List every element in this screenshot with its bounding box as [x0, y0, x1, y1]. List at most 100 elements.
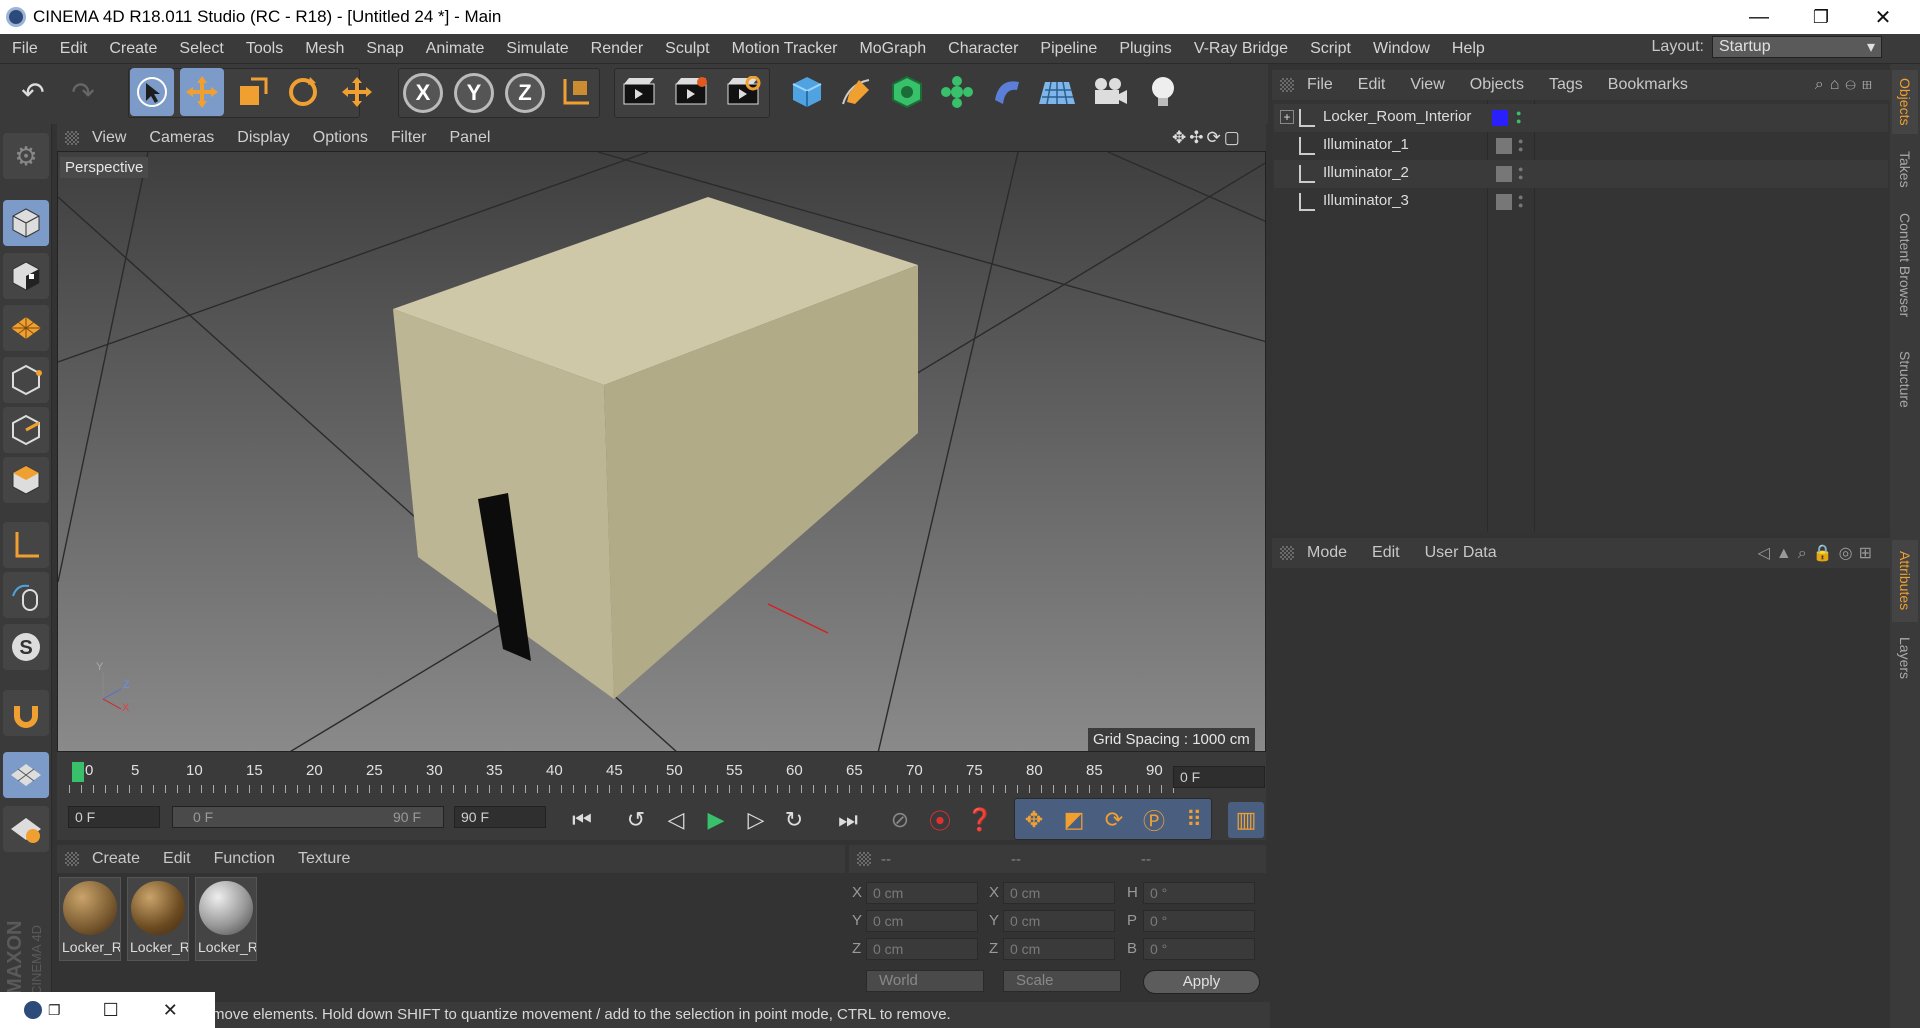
objects-menu-file[interactable]: File — [1294, 76, 1345, 94]
material-menu-function[interactable]: Function — [201, 850, 285, 868]
menu-help[interactable]: Help — [1440, 40, 1495, 58]
viewport-menu-view[interactable]: View — [79, 129, 136, 147]
menu-create[interactable]: Create — [97, 40, 167, 58]
material-menu-texture[interactable]: Texture — [285, 850, 360, 868]
viewport-nav-icons[interactable]: ✥✣⟳▢ — [1172, 128, 1243, 148]
record-keys-icon[interactable]: ⊘ — [882, 802, 918, 838]
menu-script[interactable]: Script — [1298, 40, 1361, 58]
render-view-icon[interactable] — [616, 68, 662, 116]
position-z-field[interactable]: 0 cm — [866, 938, 978, 960]
panel-grip-icon[interactable] — [1280, 78, 1294, 92]
auto-keying-icon[interactable]: ⦿ — [922, 802, 958, 838]
coordinate-system-icon[interactable] — [553, 68, 599, 116]
display-color-tag-icon[interactable] — [1492, 110, 1508, 126]
viewport-menu-filter[interactable]: Filter — [378, 129, 437, 147]
previous-key-icon[interactable]: ↺ — [618, 802, 654, 838]
timeline-ruler[interactable] — [57, 752, 1266, 802]
attributes-menu-mode[interactable]: Mode — [1294, 544, 1359, 562]
cinema4d-task-icon[interactable] — [24, 1001, 42, 1019]
tab-objects[interactable]: Objects — [1892, 70, 1918, 134]
next-key-icon[interactable]: ↻ — [776, 802, 812, 838]
move-icon[interactable] — [180, 68, 224, 116]
tab-structure[interactable]: Structure — [1892, 340, 1918, 418]
subdivision-surface-icon[interactable] — [884, 68, 930, 116]
make-editable-icon[interactable]: ⚙ — [3, 133, 49, 179]
record-pla-icon[interactable]: ⠿ — [1176, 802, 1212, 838]
tab-content-browser[interactable]: Content Browser — [1892, 205, 1918, 325]
visibility-dots-icon[interactable]: ● ● — [1518, 137, 1523, 154]
cloner-icon[interactable] — [934, 68, 980, 116]
menu-sculpt[interactable]: Sculpt — [653, 40, 719, 58]
cube-primitive-icon[interactable] — [784, 68, 830, 116]
menu-select[interactable]: Select — [167, 40, 233, 58]
axis-mode-icon[interactable] — [3, 522, 49, 568]
viewport-menu-panel[interactable]: Panel — [436, 129, 500, 147]
menu-mesh[interactable]: Mesh — [293, 40, 354, 58]
menu-simulate[interactable]: Simulate — [494, 40, 578, 58]
material-swatch[interactable]: Locker_R — [195, 877, 257, 961]
attributes-menu-edit[interactable]: Edit — [1359, 544, 1412, 562]
go-to-end-icon[interactable]: ⏭ — [830, 802, 866, 838]
tab-attributes[interactable]: Attributes — [1892, 540, 1918, 622]
expand-icon[interactable]: + — [1280, 110, 1294, 124]
render-settings-icon[interactable] — [720, 68, 766, 116]
tab-takes[interactable]: Takes — [1892, 145, 1918, 193]
material-menu-create[interactable]: Create — [79, 850, 150, 868]
menu-pipeline[interactable]: Pipeline — [1028, 40, 1107, 58]
tweak-mode-icon[interactable] — [3, 572, 49, 618]
viewport-menu-display[interactable]: Display — [224, 129, 299, 147]
layer-tag-icon[interactable] — [1496, 166, 1512, 182]
objects-menu-edit[interactable]: Edit — [1345, 76, 1398, 94]
workplane-lock-icon[interactable] — [3, 752, 49, 798]
redo-icon[interactable]: ↷ — [60, 68, 106, 116]
playhead-marker[interactable] — [72, 762, 84, 782]
material-swatch[interactable]: Locker_R — [59, 877, 121, 961]
go-to-start-icon[interactable]: ⏮ — [564, 802, 600, 838]
record-parameter-icon[interactable]: Ⓟ — [1136, 802, 1172, 838]
model-mode-icon[interactable] — [3, 200, 49, 246]
deformer-bend-icon[interactable] — [984, 68, 1030, 116]
panel-grip-icon[interactable] — [1280, 546, 1294, 560]
panel-grip-icon[interactable] — [857, 852, 871, 866]
size-z-field[interactable]: 0 cm — [1003, 938, 1115, 960]
object-manager-icons[interactable]: ⌕⌂⊖⊞ — [1815, 76, 1878, 94]
coordinate-mode-dropdown[interactable]: World — [866, 970, 984, 992]
light-icon[interactable] — [1140, 68, 1186, 116]
rotation-h-field[interactable]: 0 ° — [1143, 882, 1255, 904]
objects-menu-bookmarks[interactable]: Bookmarks — [1595, 76, 1700, 94]
material-swatch[interactable]: Locker_R — [127, 877, 189, 961]
visibility-dots-icon[interactable]: ● ● — [1518, 193, 1523, 210]
position-x-field[interactable]: 0 cm — [866, 882, 978, 904]
size-x-field[interactable]: 0 cm — [1003, 882, 1115, 904]
axis-x-toggle[interactable]: X — [403, 73, 443, 113]
menu-tools[interactable]: Tools — [234, 40, 293, 58]
magnet-icon[interactable] — [3, 690, 49, 736]
menu-motion-tracker[interactable]: Motion Tracker — [720, 40, 848, 58]
points-mode-icon[interactable] — [3, 357, 49, 403]
restore-icon[interactable]: ❐ — [48, 1002, 61, 1019]
axis-y-toggle[interactable]: Y — [454, 73, 494, 113]
viewport-menu-cameras[interactable]: Cameras — [136, 129, 224, 147]
snap-icon[interactable]: S — [3, 624, 49, 670]
frame-range-slider[interactable]: 0 F 90 F — [172, 806, 444, 828]
menu-render[interactable]: Render — [579, 40, 653, 58]
start-frame-field[interactable]: 0 F — [68, 806, 160, 828]
attribute-manager-icons[interactable]: ◁▲⌕🔒◎⊞ — [1758, 543, 1878, 563]
previous-frame-icon[interactable]: ◁ — [658, 802, 694, 838]
end-frame-field[interactable]: 90 F — [454, 806, 546, 828]
maximize-button[interactable]: ❐ — [1790, 0, 1852, 34]
menu-snap[interactable]: Snap — [354, 40, 413, 58]
panel-grip-icon[interactable] — [65, 852, 79, 866]
polygons-mode-icon[interactable] — [3, 457, 49, 503]
timeline-window-icon[interactable]: ▥ — [1228, 802, 1264, 838]
rotation-p-field[interactable]: 0 ° — [1143, 910, 1255, 932]
camera-icon[interactable] — [1088, 68, 1134, 116]
object-row-illuminator-2[interactable]: Illuminator_2 ● ● — [1274, 160, 1888, 188]
apply-button[interactable]: Apply — [1143, 970, 1260, 994]
maximize-icon[interactable]: ☐ — [103, 1000, 119, 1021]
rotation-b-field[interactable]: 0 ° — [1143, 938, 1255, 960]
panel-grip-icon[interactable] — [65, 130, 79, 145]
3d-viewport[interactable]: Y Z X — [57, 151, 1266, 752]
next-frame-icon[interactable]: ▷ — [738, 802, 774, 838]
keyframe-selection-icon[interactable]: ❓ — [962, 802, 998, 838]
